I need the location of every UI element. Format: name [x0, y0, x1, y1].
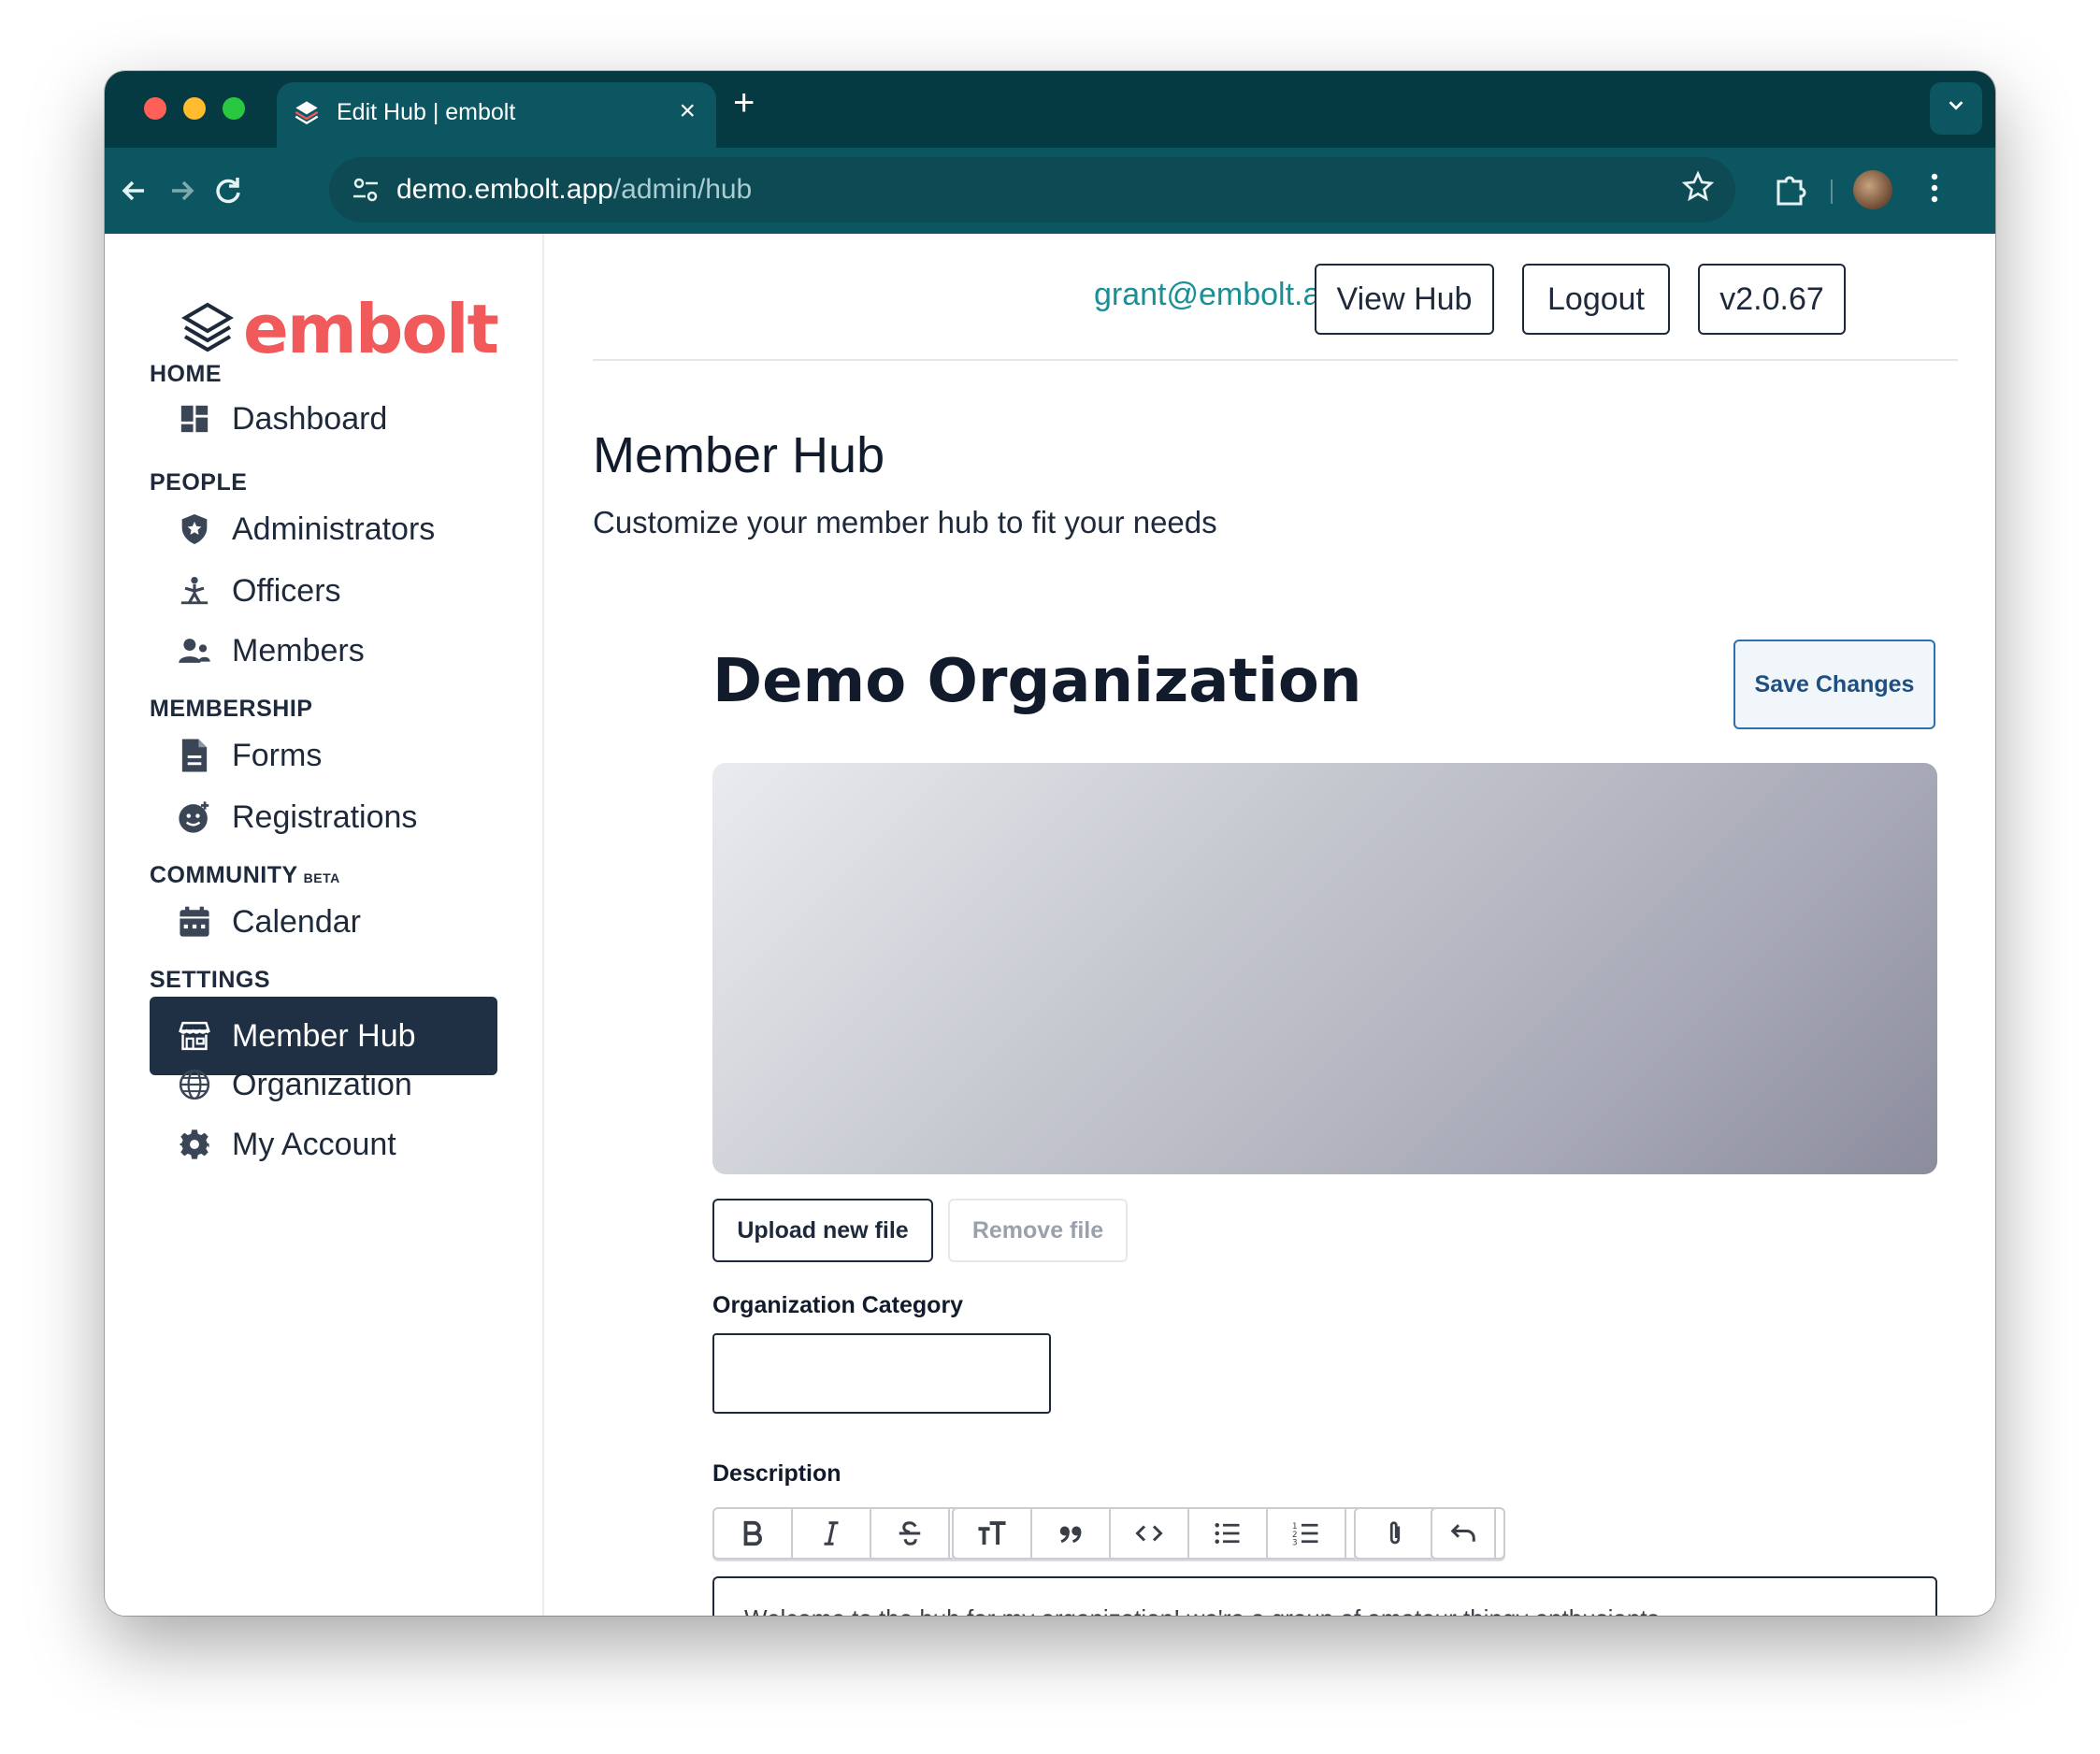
logout-button[interactable]: Logout — [1522, 264, 1670, 335]
bookmark-star-icon[interactable] — [1681, 170, 1715, 204]
sidebar-item-calendar[interactable]: Calendar — [150, 883, 497, 961]
browser-toolbar: demo.embolt.app/admin/hub — [105, 148, 1995, 234]
code-icon — [1135, 1525, 1163, 1542]
sidebar-item-registrations[interactable]: Registrations — [150, 778, 497, 856]
url-text[interactable]: demo.embolt.app/admin/hub — [396, 174, 752, 206]
sidebar-item-label: Registrations — [232, 798, 418, 835]
undo-button[interactable] — [1432, 1509, 1496, 1558]
heading-button[interactable] — [954, 1509, 1032, 1558]
embolt-logo[interactable]: embolt — [181, 290, 499, 368]
calendar-icon — [178, 905, 211, 939]
sidebar-item-label: Administrators — [232, 510, 436, 547]
section-settings: SETTINGS — [150, 967, 271, 993]
toolbar-divider — [1831, 180, 1833, 204]
quote-button[interactable] — [1032, 1509, 1111, 1558]
tab-title: Edit Hub | embolt — [337, 99, 516, 125]
embolt-favicon-icon — [295, 101, 319, 125]
tab-search-button[interactable] — [1930, 82, 1982, 135]
svg-text:3: 3 — [1292, 1539, 1298, 1548]
italic-icon — [824, 1521, 839, 1546]
version-button[interactable]: v2.0.67 — [1698, 264, 1846, 335]
forward-arrow-icon[interactable] — [159, 168, 204, 213]
site-settings-icon[interactable] — [350, 174, 381, 206]
strikethrough-icon — [899, 1521, 921, 1546]
tab-close-icon[interactable]: × — [679, 95, 696, 127]
maximize-window-button[interactable] — [223, 97, 245, 120]
quote-icon — [1059, 1526, 1082, 1544]
remove-file-button[interactable]: Remove file — [948, 1199, 1128, 1262]
sidebar-item-my-account[interactable]: My Account — [150, 1105, 497, 1184]
sidebar: embolt HOME Dashboard PEOPLE Administrat… — [105, 234, 544, 1616]
url-domain: demo.embolt.app — [396, 174, 613, 205]
sidebar-item-label: Forms — [232, 737, 323, 773]
heading-icon — [978, 1521, 1006, 1546]
code-button[interactable] — [1111, 1509, 1189, 1558]
dashboard-icon — [178, 402, 211, 436]
paperclip-icon — [1389, 1521, 1401, 1545]
back-arrow-icon[interactable] — [112, 168, 157, 213]
italic-button[interactable] — [793, 1509, 871, 1558]
tab-bar: Edit Hub | embolt × + — [105, 71, 1995, 148]
hub-banner-image — [712, 763, 1937, 1174]
page-subtitle: Customize your member hub to fit your ne… — [593, 505, 1217, 539]
organization-category-label: Organization Category — [712, 1292, 964, 1318]
chevron-down-icon — [1949, 101, 1963, 110]
sidebar-item-label: My Account — [232, 1126, 396, 1162]
sidebar-item-dashboard[interactable]: Dashboard — [150, 380, 497, 458]
attach-group — [1354, 1507, 1436, 1560]
globe-icon — [178, 1068, 211, 1101]
address-bar[interactable]: demo.embolt.app/admin/hub — [329, 157, 1735, 223]
shield-star-icon — [178, 512, 211, 546]
extensions-puzzle-icon[interactable] — [1769, 168, 1812, 211]
main-content: grant@embolt.app View Hub Logout v2.0.67… — [546, 234, 1995, 1616]
description-label: Description — [712, 1460, 841, 1487]
url-path: /admin/hub — [612, 174, 753, 205]
bullet-list-icon — [1215, 1523, 1240, 1544]
new-tab-button[interactable]: + — [733, 84, 755, 122]
undo-icon — [1450, 1524, 1475, 1542]
sidebar-item-label: Organization — [232, 1066, 412, 1102]
sidebar-item-label: Dashboard — [232, 400, 388, 437]
sidebar-item-label: Officers — [232, 572, 341, 609]
sidebar-item-label: Calendar — [232, 903, 361, 940]
sidebar-item-label: Members — [232, 632, 365, 669]
minimize-window-button[interactable] — [183, 97, 206, 120]
bullet-list-button[interactable] — [1189, 1509, 1268, 1558]
bold-button[interactable] — [714, 1509, 793, 1558]
organization-name-heading: Demo Organization — [712, 647, 1362, 716]
bold-icon — [743, 1520, 762, 1546]
window-controls — [144, 97, 245, 120]
numbered-list-button[interactable]: 123 — [1268, 1509, 1346, 1558]
top-header: grant@embolt.app View Hub Logout v2.0.67 — [593, 234, 1958, 361]
organization-category-input[interactable] — [712, 1333, 1051, 1414]
close-window-button[interactable] — [144, 97, 166, 120]
browser-window: Edit Hub | embolt × + demo.embolt.app/ad… — [105, 71, 1995, 1616]
sidebar-item-members[interactable]: Members — [150, 611, 497, 690]
more-options-icon[interactable] — [1928, 165, 1941, 211]
strikethrough-button[interactable] — [871, 1509, 950, 1558]
save-changes-button[interactable]: Save Changes — [1733, 640, 1935, 729]
reload-icon[interactable] — [206, 168, 251, 213]
active-tab[interactable]: Edit Hub | embolt × — [277, 82, 716, 148]
gear-icon — [178, 1128, 211, 1161]
embolt-logo-icon — [181, 302, 234, 352]
history-group — [1431, 1507, 1496, 1560]
brand-name: embolt — [243, 290, 499, 368]
document-icon — [178, 739, 211, 772]
face-plus-icon — [178, 800, 211, 834]
page-title: Member Hub — [593, 427, 885, 483]
profile-avatar[interactable] — [1853, 170, 1892, 209]
description-text: Welcome to the hub for my organization! … — [744, 1604, 1679, 1616]
view-hub-button[interactable]: View Hub — [1315, 264, 1494, 335]
attach-file-button[interactable] — [1356, 1509, 1434, 1558]
numbered-list-icon: 123 — [1292, 1522, 1318, 1548]
users-icon — [178, 634, 211, 668]
description-editor[interactable]: Welcome to the hub for my organization! … — [712, 1576, 1937, 1616]
person-podium-icon — [178, 574, 211, 608]
upload-file-button[interactable]: Upload new file — [712, 1199, 933, 1262]
